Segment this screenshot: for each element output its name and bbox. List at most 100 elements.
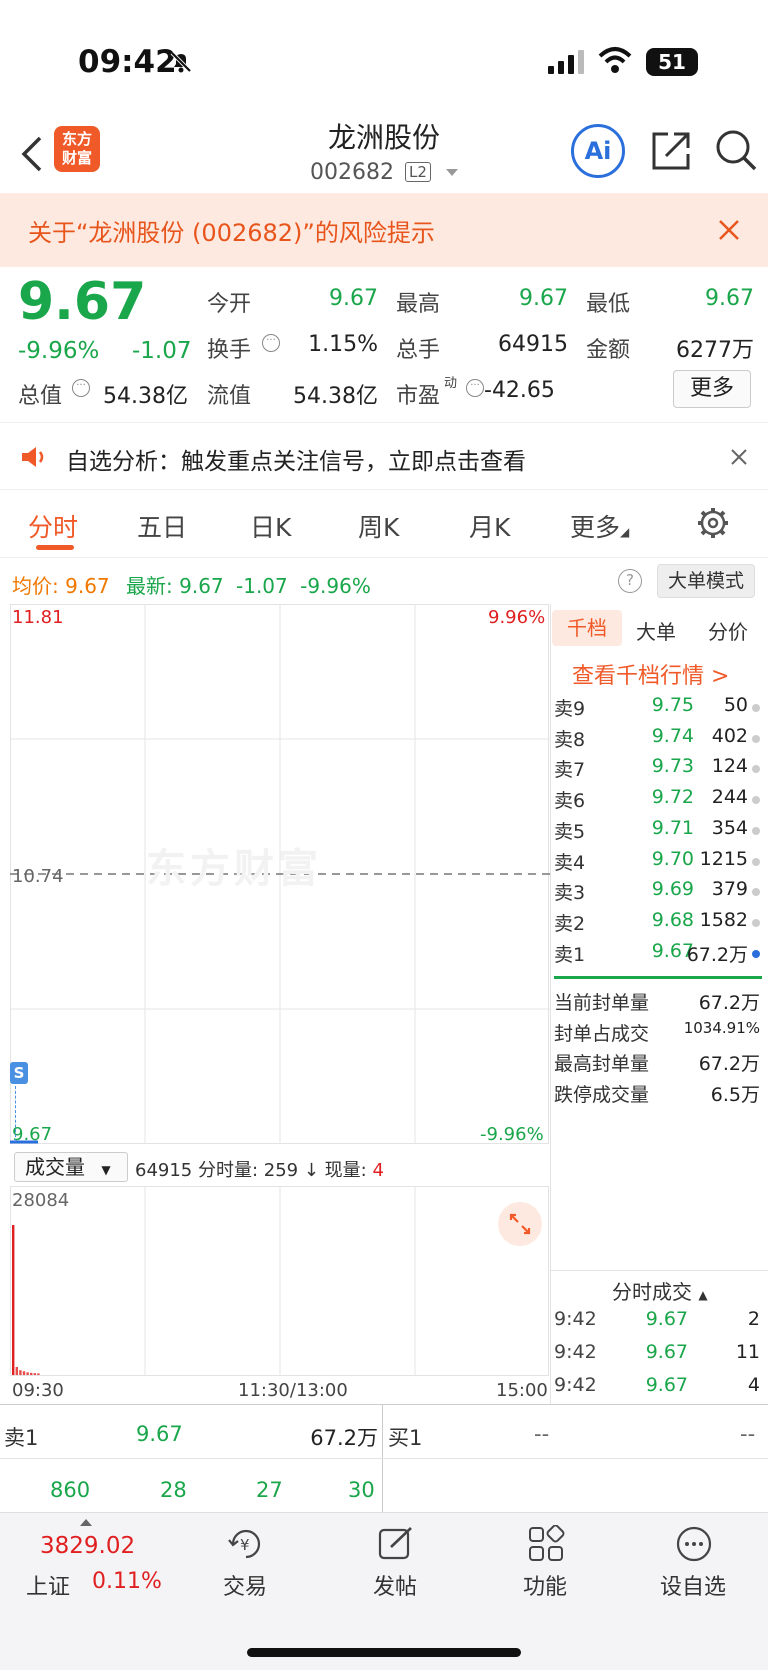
home-indicator[interactable] xyxy=(247,1648,521,1657)
volume-bar xyxy=(33,1373,36,1375)
ask-level: 卖6 xyxy=(554,790,586,813)
ask-price: 9.74 xyxy=(651,724,694,747)
index-pct[interactable]: 0.11% xyxy=(92,1569,162,1594)
ask-volume: 124 xyxy=(711,755,748,778)
tab-big-orders[interactable]: 大单 xyxy=(636,616,676,645)
volume-bar xyxy=(26,1372,29,1375)
index-value[interactable]: 3829.02 xyxy=(40,1533,135,1559)
ask-row[interactable]: 卖4 9.70 1215 xyxy=(554,848,762,879)
status-dot xyxy=(752,857,760,866)
bid1-vol: -- xyxy=(740,1422,756,1446)
more-button[interactable]: 更多 xyxy=(673,370,751,408)
ask-row[interactable]: 卖2 9.68 1582 xyxy=(554,909,762,940)
seal-num: 30 xyxy=(348,1478,375,1502)
trade-price: 9.67 xyxy=(645,1341,688,1363)
volume-bar xyxy=(22,1371,26,1375)
bottom-nav: 3829.02 上证 0.11% ¥ 交易 发帖 功能 设自选 xyxy=(0,1512,768,1670)
ask-price: 9.69 xyxy=(651,878,694,901)
divider xyxy=(0,557,768,558)
svg-text:¥: ¥ xyxy=(240,1536,250,1554)
volume-now: 4 xyxy=(372,1160,384,1181)
trade-volume: 11 xyxy=(735,1341,760,1363)
ask-price: 9.71 xyxy=(651,816,694,839)
nav-trade-label: 交易 xyxy=(222,1575,267,1600)
index-name[interactable]: 上证 xyxy=(26,1569,70,1601)
seal-stat-value: 67.2万 xyxy=(698,1053,760,1075)
divider xyxy=(0,1404,768,1405)
volume-selector[interactable]: 成交量 ▼ xyxy=(14,1152,128,1182)
info-line: 均价: 9.67 最新: 9.67 -1.07 -9.96% xyxy=(12,570,371,599)
divider xyxy=(0,1458,382,1459)
expand-up-icon[interactable] xyxy=(80,1519,92,1526)
expand-button[interactable] xyxy=(498,1202,542,1246)
close-icon[interactable] xyxy=(730,448,748,466)
close-icon[interactable] xyxy=(718,219,740,241)
wifi-icon xyxy=(598,47,632,73)
seal-stat-row: 当前封单量 67.2万 xyxy=(554,988,762,1019)
battery-icon: 51 xyxy=(646,48,698,76)
tab-monthly-k[interactable]: 月K xyxy=(469,508,510,544)
ask-level: 卖2 xyxy=(554,912,586,935)
search-icon[interactable] xyxy=(714,128,758,174)
volume-label: 总手 xyxy=(396,338,441,363)
ask-row[interactable]: 卖7 9.73 124 xyxy=(554,755,762,786)
share-icon[interactable] xyxy=(650,130,692,172)
latest-change: -1.07 xyxy=(236,574,288,598)
ask-row[interactable]: 卖9 9.75 50 xyxy=(554,694,762,725)
ask-row[interactable]: 卖6 9.72 244 xyxy=(554,786,762,817)
tab-weekly-k[interactable]: 周K xyxy=(358,508,399,544)
volume-value: 64915 xyxy=(498,332,568,357)
tab-price-dist[interactable]: 分价 xyxy=(708,616,748,645)
alert-text: 自选分析：触发重点关注信号，立即点击查看 xyxy=(66,449,526,475)
help-icon[interactable]: ? xyxy=(618,569,642,593)
info-icon[interactable]: ··· xyxy=(72,379,90,397)
volume-bar xyxy=(15,1366,18,1375)
ask-row[interactable]: 卖1 9.67 67.2万 xyxy=(554,940,762,971)
ask-row[interactable]: 卖3 9.69 379 xyxy=(554,878,762,909)
tab-daily-k[interactable]: 日K xyxy=(250,508,291,544)
pe-value: -42.65 xyxy=(484,378,555,403)
info-icon[interactable]: ··· xyxy=(262,334,280,352)
seal-stat-label: 最高封单量 xyxy=(554,1053,650,1075)
ai-button[interactable]: Ai xyxy=(571,124,625,178)
sell-marker[interactable]: S xyxy=(10,1062,28,1084)
seal-num: 27 xyxy=(256,1478,283,1502)
settings-gear-icon[interactable] xyxy=(696,506,730,540)
status-dot xyxy=(752,918,760,927)
seal-num: 860 xyxy=(50,1478,91,1502)
seal-stat-row: 封单占成交 1034.91% xyxy=(554,1019,762,1050)
grid-icon xyxy=(529,1525,565,1561)
seal-stat-label: 当前封单量 xyxy=(554,992,650,1014)
alert-row[interactable]: 自选分析：触发重点关注信号，立即点击查看 xyxy=(0,423,768,489)
open-value: 9.67 xyxy=(329,286,378,311)
y-min-label: 9.67 xyxy=(12,1124,53,1145)
trade-volume: 4 xyxy=(747,1374,760,1396)
ask-volume: 354 xyxy=(711,816,748,839)
view-levels-link[interactable]: 查看千档行情 > xyxy=(572,658,729,690)
battery-level: 51 xyxy=(658,50,686,74)
info-icon[interactable]: ··· xyxy=(466,379,484,397)
chevron-down-icon: ▼ xyxy=(101,1163,111,1177)
tab-more-label: 更多 xyxy=(570,513,621,542)
tab-thousand-levels[interactable]: 千档 xyxy=(552,610,622,646)
mktcap-value: 54.38亿 xyxy=(103,384,188,409)
tab-five-day[interactable]: 五日 xyxy=(137,508,187,544)
mktcap-label: 总值 xyxy=(18,384,63,409)
price-change-pct: -9.96% xyxy=(18,338,100,364)
seal-stat-value: 67.2万 xyxy=(698,992,760,1014)
ask-row[interactable]: 卖8 9.74 402 xyxy=(554,725,762,756)
ask-level: 卖8 xyxy=(554,728,586,751)
limit-bar xyxy=(554,976,762,979)
trade-price: 9.67 xyxy=(645,1374,688,1396)
tab-minute[interactable]: 分时 xyxy=(28,508,78,544)
ask-row[interactable]: 卖5 9.71 354 xyxy=(554,817,762,848)
ask-volume: 67.2万 xyxy=(686,943,748,966)
ask1-label: 卖1 xyxy=(4,1426,39,1450)
ask1-vol: 67.2万 xyxy=(310,1426,378,1450)
trades-title[interactable]: 分时成交 ▲ xyxy=(612,1276,708,1305)
risk-banner[interactable]: 关于“龙洲股份 (002682)”的风险提示 xyxy=(0,193,768,267)
trade-price: 9.67 xyxy=(645,1308,688,1330)
big-order-mode-button[interactable]: 大单模式 xyxy=(657,564,755,598)
tab-more[interactable]: 更多◢ xyxy=(570,508,629,544)
sort-up-icon: ▲ xyxy=(698,1288,708,1302)
